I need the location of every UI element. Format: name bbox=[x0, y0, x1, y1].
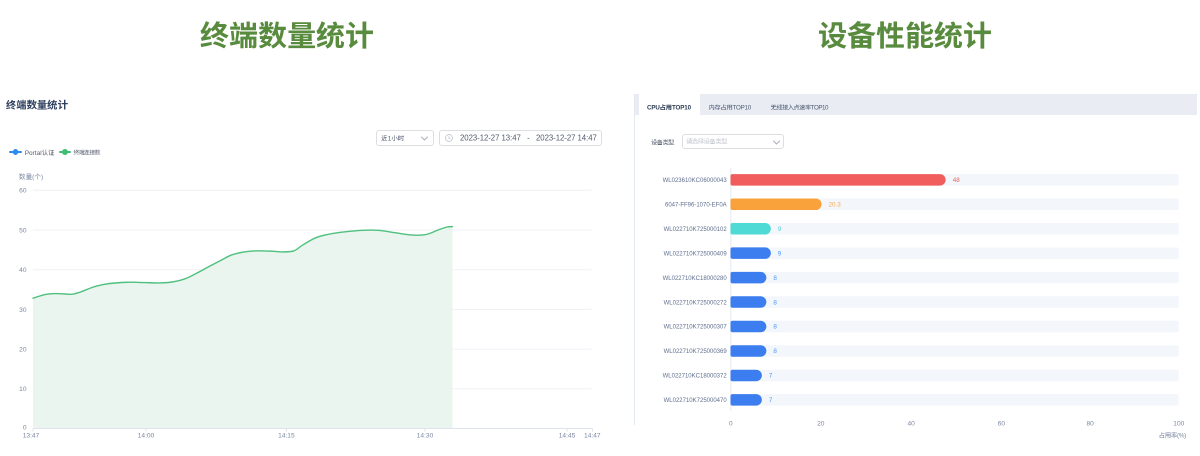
svg-text:9: 9 bbox=[778, 226, 782, 233]
svg-text:40: 40 bbox=[908, 420, 916, 427]
svg-text:60: 60 bbox=[998, 420, 1006, 427]
svg-text:80: 80 bbox=[1087, 420, 1095, 427]
svg-text:8: 8 bbox=[773, 348, 777, 355]
svg-text:占用率(%): 占用率(%) bbox=[1159, 430, 1186, 439]
svg-text:20: 20 bbox=[817, 420, 825, 427]
svg-text:0: 0 bbox=[23, 425, 27, 432]
svg-text:8: 8 bbox=[773, 324, 777, 331]
svg-text:6047-FF96-1070-EF0A: 6047-FF96-1070-EF0A bbox=[665, 203, 727, 209]
svg-text:14:00: 14:00 bbox=[138, 432, 155, 439]
svg-text:WL022710K725000102: WL022710K725000102 bbox=[664, 227, 728, 233]
svg-text:WL022710K725000470: WL022710K725000470 bbox=[664, 398, 728, 404]
svg-text:WL022710K725000307: WL022710K725000307 bbox=[664, 325, 728, 331]
svg-text:8: 8 bbox=[773, 299, 777, 306]
svg-text:7: 7 bbox=[769, 397, 773, 404]
svg-text:100: 100 bbox=[1173, 420, 1184, 427]
svg-text:20: 20 bbox=[19, 347, 27, 354]
svg-text:14:45: 14:45 bbox=[559, 432, 576, 439]
svg-text:8: 8 bbox=[773, 275, 777, 282]
svg-text:9: 9 bbox=[778, 250, 782, 257]
svg-text:20.3: 20.3 bbox=[829, 202, 842, 209]
svg-text:48: 48 bbox=[953, 177, 961, 184]
svg-text:14:47: 14:47 bbox=[584, 432, 601, 439]
svg-text:13:47: 13:47 bbox=[23, 432, 40, 439]
svg-text:60: 60 bbox=[19, 188, 27, 195]
svg-text:WL022710K725000409: WL022710K725000409 bbox=[664, 251, 728, 257]
svg-text:50: 50 bbox=[19, 227, 27, 234]
svg-text:14:30: 14:30 bbox=[417, 432, 434, 439]
svg-text:30: 30 bbox=[19, 307, 27, 314]
svg-text:7: 7 bbox=[769, 373, 773, 380]
svg-text:WL022710K725000272: WL022710K725000272 bbox=[664, 300, 728, 306]
svg-text:WL023610KC06000043: WL023610KC06000043 bbox=[663, 178, 728, 184]
svg-text:14:15: 14:15 bbox=[278, 432, 295, 439]
svg-text:10: 10 bbox=[19, 386, 27, 393]
svg-text:40: 40 bbox=[19, 267, 27, 274]
svg-text:0: 0 bbox=[729, 420, 733, 427]
svg-text:WL022710K725000369: WL022710K725000369 bbox=[664, 349, 728, 355]
svg-text:WL022710KC18000280: WL022710KC18000280 bbox=[663, 276, 728, 282]
svg-text:WL022710KC18000372: WL022710KC18000372 bbox=[663, 374, 728, 380]
